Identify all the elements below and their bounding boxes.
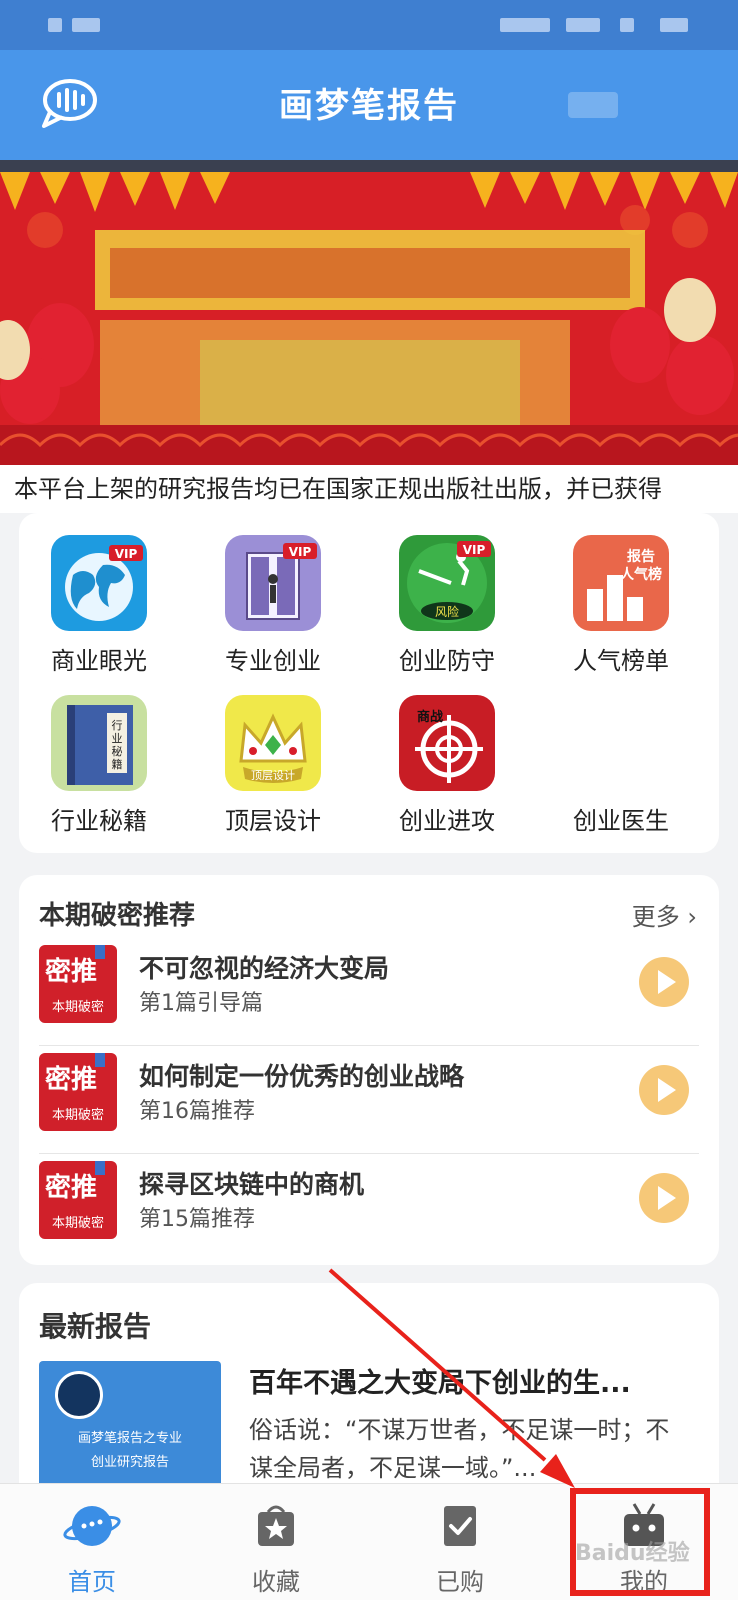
status-blur (72, 18, 100, 32)
more-link[interactable]: 更多 › (632, 897, 697, 932)
grid-label: 商业眼光 (51, 647, 147, 675)
svg-text:人气榜: 人气榜 (620, 566, 662, 583)
svg-text:VIP: VIP (289, 545, 312, 559)
status-blur (566, 18, 600, 32)
nav-label: 收藏 (252, 1568, 300, 1596)
list-item[interactable]: 密推 本期破密 如何制定一份优秀的创业战略 第16篇推荐 (39, 1043, 699, 1151)
grid-item-business-vision[interactable]: VIP 商业眼光 (19, 513, 179, 675)
banner-art (0, 160, 738, 465)
grid-item-popular-ranking[interactable]: 报告 人气榜 人气榜单 (541, 513, 701, 675)
recommend-section: 本期破密推荐 更多 › 密推 本期破密 不可忽视的经济大变局 第1篇引导篇 密推… (19, 875, 719, 1265)
grid-item-startup-attack[interactable]: 商战 创业进攻 (367, 673, 527, 835)
risk-vip-icon: 风险 VIP (399, 535, 495, 631)
status-blur (48, 18, 62, 32)
grid-label: 创业进攻 (399, 807, 495, 835)
section-title: 本期破密推荐 (39, 901, 196, 931)
play-button[interactable] (639, 1173, 689, 1223)
grid-item-industry-secrets[interactable]: 行 业 秘 籍 行业秘籍 (19, 673, 179, 835)
item-subtitle: 第15篇推荐 (139, 1207, 255, 1232)
play-button[interactable] (639, 1065, 689, 1115)
nav-label: 已购 (436, 1568, 484, 1596)
category-grid: VIP 商业眼光 VIP 专业创业 风险 VIP 创业防守 报告 人气榜 人气榜… (19, 513, 719, 853)
grid-label: 人气榜单 (573, 647, 669, 675)
svg-text:VIP: VIP (463, 543, 486, 557)
notice-ticker[interactable]: 本平台上架的研究报告均已在国家正规出版社出版，并已获得 (0, 465, 738, 513)
page-title: 画梦笔报告 (279, 86, 459, 126)
item-subtitle: 第1篇引导篇 (139, 991, 263, 1016)
section-title: 最新报告 (39, 1310, 152, 1343)
nav-purchased[interactable]: 已购 (368, 1484, 552, 1600)
thumb-small-text: 本期破密 (51, 1216, 104, 1231)
doctor-icon (573, 695, 669, 791)
svg-text:商战: 商战 (417, 709, 443, 725)
svg-text:秘: 秘 (112, 744, 123, 758)
ranking-icon: 报告 人气榜 (573, 535, 669, 631)
grid-label: 行业秘籍 (51, 807, 147, 835)
svg-text:顶层设计: 顶层设计 (251, 769, 295, 782)
globe-vip-icon: VIP (51, 535, 147, 631)
status-bar (0, 0, 738, 50)
thumb-small-text: 本期破密 (51, 1000, 104, 1015)
report-cover[interactable]: 画梦笔报告之专业 创业研究报告 (39, 1361, 221, 1483)
cover-caption: 创业研究报告 (90, 1455, 169, 1470)
check-doc-icon (444, 1506, 476, 1546)
header-right-blur (568, 92, 618, 118)
grid-label: 顶层设计 (225, 807, 321, 835)
emblem-icon (55, 1371, 103, 1419)
grid-label: 创业防守 (399, 647, 495, 675)
list-item[interactable]: 密推 本期破密 不可忽视的经济大变局 第1篇引导篇 (39, 935, 699, 1043)
star-bag-icon (258, 1505, 294, 1546)
nav-label: 首页 (68, 1568, 116, 1596)
grid-label: 创业医生 (573, 807, 669, 835)
nav-favorites[interactable]: 收藏 (184, 1484, 368, 1600)
svg-text:业: 业 (112, 732, 123, 745)
list-item[interactable]: 密推 本期破密 探寻区块链中的商机 第15篇推荐 (39, 1151, 699, 1259)
watermark: Baidu经验 (575, 1541, 690, 1566)
grid-item-top-design[interactable]: 顶层设计 顶层设计 (193, 673, 353, 835)
report-thumbnail: 密推 本期破密 (39, 1161, 117, 1239)
svg-text:行: 行 (112, 719, 123, 732)
item-title: 如何制定一份优秀的创业战略 (139, 1062, 465, 1091)
target-icon: 商战 (399, 695, 495, 791)
status-blur (660, 18, 688, 32)
planet-icon (63, 1506, 121, 1546)
grid-label: 专业创业 (225, 647, 321, 675)
report-thumbnail: 密推 本期破密 (39, 945, 117, 1023)
grid-item-startup-defense[interactable]: 风险 VIP 创业防守 (367, 513, 527, 675)
item-subtitle: 第16篇推荐 (139, 1099, 255, 1124)
item-title: 不可忽视的经济大变局 (139, 954, 390, 983)
promo-banner[interactable] (0, 160, 738, 465)
svg-text:籍: 籍 (112, 757, 123, 771)
thumb-big-text: 密推 (45, 957, 98, 987)
crown-icon: 顶层设计 (225, 695, 321, 791)
thumb-small-text: 本期破密 (51, 1108, 104, 1123)
thumb-big-text: 密推 (45, 1173, 98, 1203)
nav-home[interactable]: 首页 (0, 1484, 184, 1600)
svg-text:VIP: VIP (115, 547, 138, 561)
report-thumbnail: 密推 本期破密 (39, 1053, 117, 1131)
cover-caption: 画梦笔报告之专业 (77, 1431, 182, 1446)
status-blur (620, 18, 634, 32)
grid-item-pro-startup[interactable]: VIP 专业创业 (193, 513, 353, 675)
svg-text:报告: 报告 (627, 548, 655, 565)
status-blur (500, 18, 550, 32)
grid-item-startup-doctor[interactable]: 创业医生 (541, 673, 701, 835)
play-button[interactable] (639, 957, 689, 1007)
app-header: 画梦笔报告 (0, 50, 738, 160)
report-description: 俗话说：“不谋万世者，不足谋一时；不谋全局者，不足谋一域。”... (249, 1416, 670, 1482)
item-title: 探寻区块链中的商机 (139, 1170, 365, 1199)
book-icon: 行 业 秘 籍 (51, 695, 147, 791)
thumb-big-text: 密推 (45, 1065, 98, 1095)
report-title[interactable]: 百年不遇之大变局下创业的生... (249, 1361, 689, 1400)
latest-section: 最新报告 画梦笔报告之专业 创业研究报告 百年不遇之大变局下创业的生... 俗话… (19, 1283, 719, 1483)
svg-text:风险: 风险 (435, 604, 459, 619)
door-vip-icon: VIP (225, 535, 321, 631)
